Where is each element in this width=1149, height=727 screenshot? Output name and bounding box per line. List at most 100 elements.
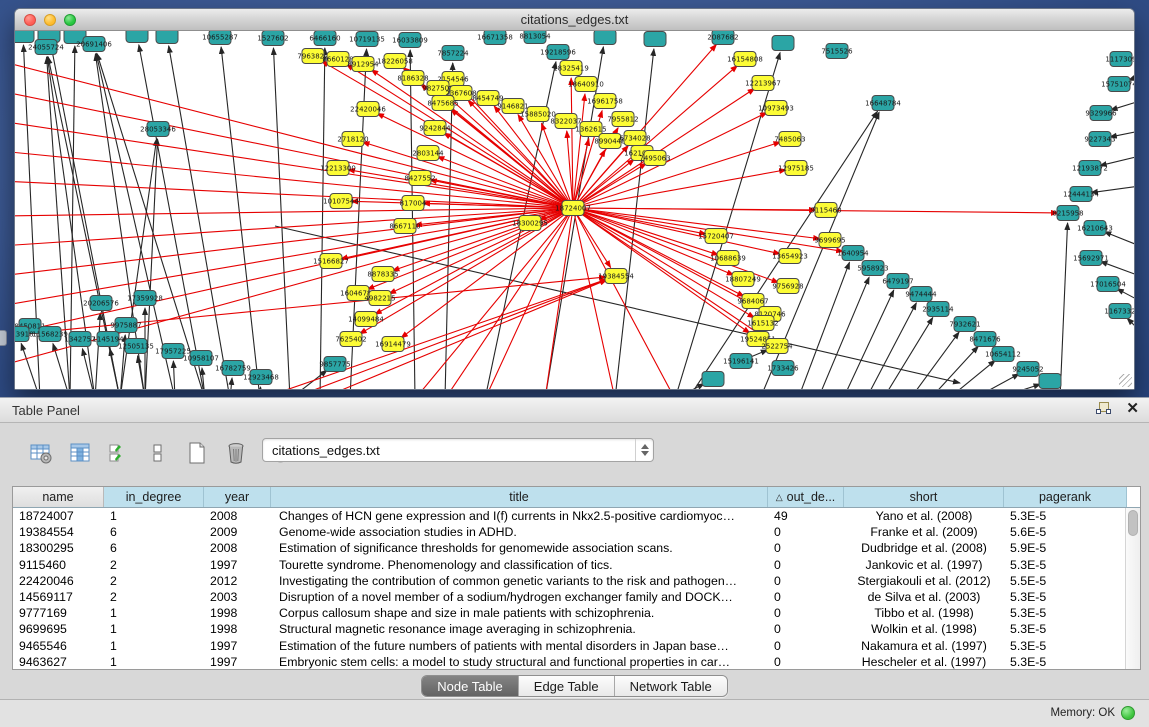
table-row[interactable]: 1456911722003Disruption of a novel membe… — [13, 589, 1140, 605]
graph-node[interactable]: 2087682 — [707, 31, 738, 45]
network-view-window[interactable]: citations_edges.txt 24055724206914061065… — [14, 8, 1135, 390]
table-settings-icon[interactable] — [26, 439, 56, 467]
column-chooser-icon[interactable] — [65, 439, 95, 467]
graph-node[interactable]: 18226058 — [377, 54, 413, 69]
panel-collapse-handle[interactable] — [0, 330, 7, 346]
graph-edge[interactable] — [15, 208, 573, 216]
graph-node[interactable]: 8912954 — [347, 57, 379, 72]
window-titlebar[interactable]: citations_edges.txt — [15, 9, 1134, 31]
graph-node[interactable]: 9242844 — [419, 121, 451, 136]
graph-edge[interactable] — [573, 208, 615, 389]
graph-edge[interactable] — [230, 378, 232, 389]
graph-node[interactable]: 1733426 — [767, 361, 799, 376]
table-selector-dropdown[interactable]: citations_edges.txt — [262, 438, 654, 462]
graph-node[interactable]: 16033809 — [392, 33, 428, 48]
graph-node[interactable]: 9975887 — [110, 318, 141, 333]
graph-node[interactable]: 7955812 — [607, 112, 638, 127]
graph-node[interactable]: 1167332 — [1104, 304, 1134, 319]
graph-node[interactable]: 12213967 — [745, 76, 781, 91]
graph-node[interactable]: 8471676 — [969, 332, 1001, 347]
graph-edge[interactable] — [15, 208, 573, 336]
graph-node[interactable]: 7515526 — [821, 44, 853, 59]
graph-edge[interactable] — [445, 208, 573, 389]
table-row[interactable]: 969969511998Structural magnetic resonanc… — [13, 621, 1140, 637]
column-header-pagerank[interactable]: pagerank — [1004, 487, 1127, 507]
graph-node[interactable]: 12193872 — [1072, 161, 1108, 176]
graph-node[interactable]: 2522754 — [761, 339, 793, 354]
float-panel-icon[interactable] — [1096, 401, 1112, 417]
graph-node[interactable]: 17016504 — [1090, 277, 1126, 292]
graph-node[interactable]: 10719135 — [349, 32, 385, 47]
delete-table-icon[interactable] — [221, 439, 251, 467]
table-row[interactable]: 2242004622012Investigating the contribut… — [13, 573, 1140, 589]
graph-edge[interactable] — [995, 384, 1040, 389]
graph-node[interactable]: 1527602 — [257, 31, 288, 46]
graph-node[interactable]: 1640954 — [837, 246, 869, 261]
graph-node[interactable]: 6466160 — [309, 31, 340, 46]
graph-node[interactable]: 10655287 — [202, 31, 238, 45]
graph-edge[interactable] — [173, 361, 175, 389]
graph-node[interactable]: 7932621 — [949, 317, 980, 332]
graph-node[interactable] — [1039, 374, 1061, 389]
graph-node[interactable]: 9474444 — [905, 287, 937, 302]
tab-edge-table[interactable]: Edge Table — [519, 676, 615, 696]
graph-node[interactable]: 17359928 — [127, 291, 163, 306]
table-row[interactable]: 977716911998Corpus callosum shape and si… — [13, 605, 1140, 621]
graph-node[interactable] — [15, 31, 34, 43]
graph-edge[interactable] — [169, 46, 230, 389]
graph-node[interactable] — [702, 372, 724, 387]
graph-node[interactable]: 8475685 — [427, 96, 458, 111]
graph-node[interactable]: 15751074 — [1101, 77, 1134, 92]
graph-edge[interactable] — [273, 48, 290, 389]
graph-edge[interactable] — [110, 349, 120, 389]
graph-node[interactable]: 10973493 — [758, 101, 794, 116]
graph-node[interactable]: 6479197 — [882, 274, 913, 289]
graph-node[interactable]: 10654112 — [985, 347, 1021, 362]
window-resize-grip[interactable] — [1119, 374, 1132, 387]
graph-edge[interactable] — [1100, 261, 1134, 276]
graph-node[interactable]: 15720407 — [698, 229, 734, 244]
graph-node[interactable]: 16648784 — [865, 96, 901, 111]
graph-edge[interactable] — [15, 91, 573, 208]
graph-node[interactable]: 22420046 — [350, 102, 386, 117]
graph-node[interactable]: 9115460 — [810, 203, 841, 218]
graph-node[interactable]: 5958923 — [857, 261, 888, 276]
graph-edge[interactable] — [1127, 318, 1134, 331]
graph-node[interactable]: 9227343 — [1084, 132, 1115, 147]
row-height-icon[interactable] — [143, 439, 173, 467]
graph-edge[interactable] — [866, 303, 916, 389]
network-canvas[interactable]: 2405572420691406106552871527602646616010… — [15, 31, 1134, 389]
graph-node[interactable]: 15692971 — [1073, 251, 1109, 266]
graph-node[interactable]: 8186328 — [397, 71, 428, 86]
graph-node[interactable]: 9329966 — [1085, 106, 1117, 121]
dropdown-stepper-icon[interactable] — [635, 439, 653, 461]
graph-edge[interactable] — [260, 387, 261, 389]
graph-edge[interactable] — [573, 208, 780, 254]
graph-node[interactable]: 1615132 — [747, 316, 778, 331]
table-scrollbar[interactable] — [1125, 508, 1140, 669]
graph-edge[interactable] — [15, 181, 573, 208]
graph-edge[interactable] — [930, 346, 978, 389]
graph-edge[interactable] — [15, 208, 573, 276]
graph-node[interactable]: 9699695 — [814, 233, 845, 248]
graph-node[interactable]: 9857775 — [319, 357, 350, 372]
graph-node[interactable]: 19218596 — [540, 45, 576, 60]
column-header-out_de[interactable]: △out_de... — [768, 487, 844, 507]
graph-node[interactable] — [772, 36, 794, 51]
select-columns-icon[interactable] — [104, 439, 134, 467]
table-row[interactable]: 1872400712008Changes of HCN gene express… — [13, 508, 1140, 524]
graph-node[interactable]: 4982215 — [364, 291, 395, 306]
table-row[interactable]: 1830029562008Estimation of significance … — [13, 540, 1140, 556]
graph-node[interactable]: 10107544 — [323, 194, 359, 209]
table-row[interactable]: 946362711997Embryonic stem cells: a mode… — [13, 654, 1140, 669]
table-row[interactable]: 1938455462009Genome-wide association stu… — [13, 524, 1140, 540]
graph-edge[interactable] — [843, 290, 894, 389]
graph-node[interactable]: 16154808 — [727, 52, 763, 67]
tab-network-table[interactable]: Network Table — [615, 676, 727, 696]
graph-node[interactable]: 9245052 — [1012, 362, 1043, 377]
graph-node[interactable]: 12975185 — [778, 161, 814, 176]
graph-node[interactable]: 7625402 — [335, 332, 366, 347]
graph-edge[interactable] — [139, 45, 205, 389]
graph-node[interactable]: 8427552 — [404, 171, 435, 186]
graph-edge[interactable] — [910, 332, 959, 389]
